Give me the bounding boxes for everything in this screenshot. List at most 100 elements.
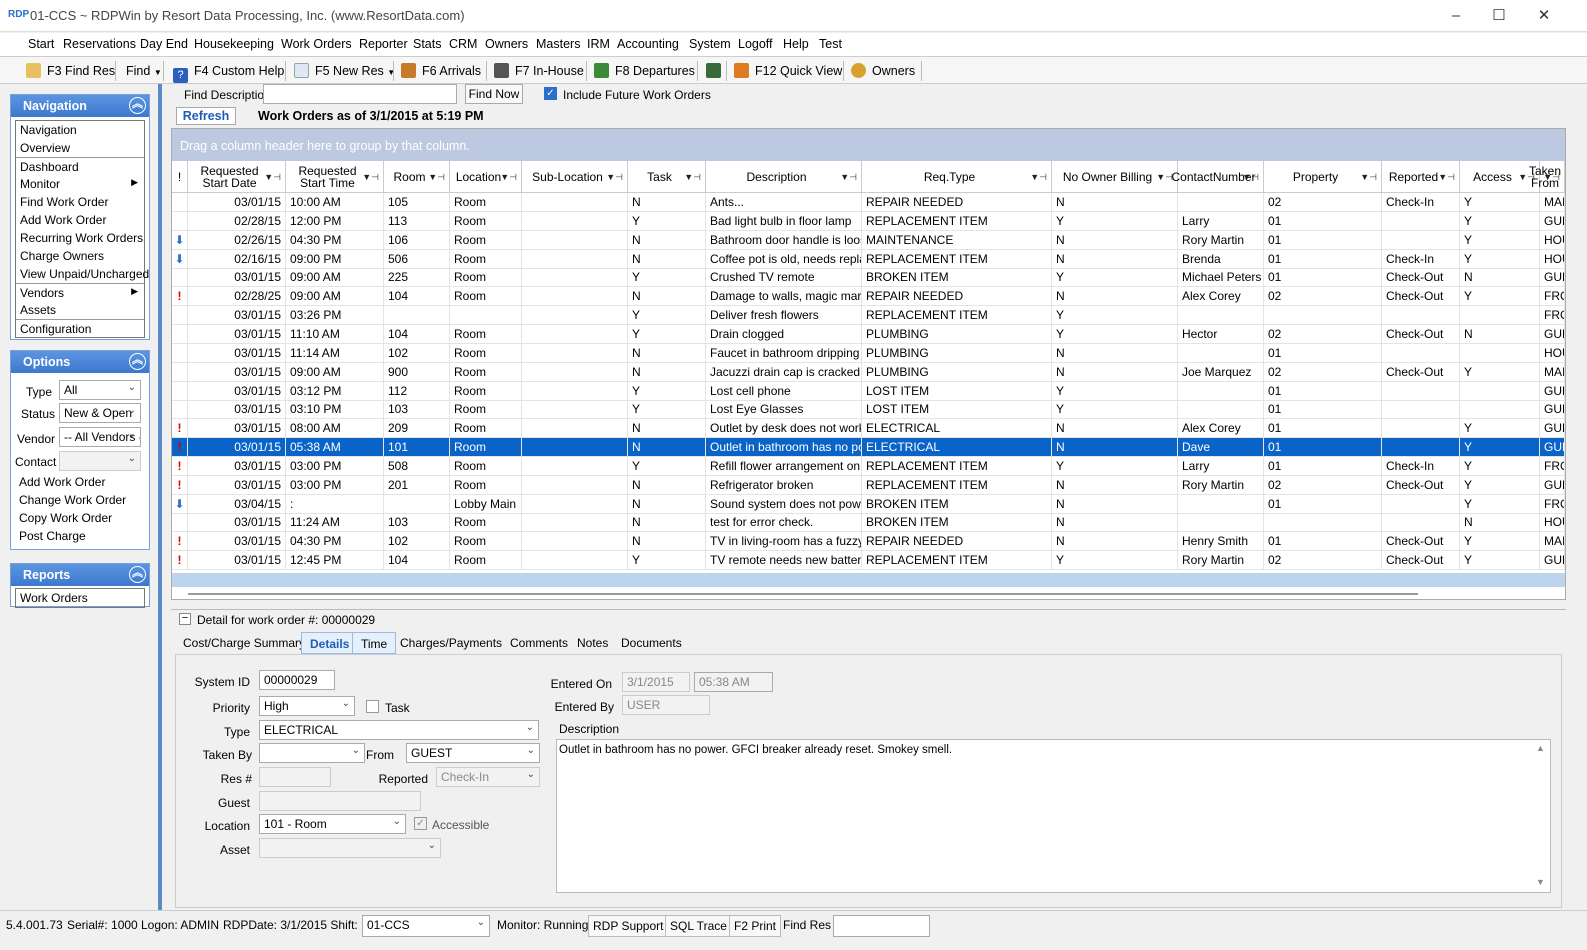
- nav-item-add-work-order[interactable]: Add Work Order: [16, 211, 144, 229]
- horizontal-scrollbar[interactable]: [188, 593, 1418, 595]
- menu-help[interactable]: Help: [783, 37, 809, 51]
- filter-icon[interactable]: ▼⊣: [684, 171, 701, 183]
- table-row[interactable]: 02/28/15 12:00 PM 113 Room Y Bad light bulb i…: [172, 211, 1565, 231]
- menu-reporter[interactable]: Reporter: [359, 37, 408, 51]
- find-description-input[interactable]: [263, 84, 457, 104]
- menu-reservations[interactable]: Reservations: [63, 37, 136, 51]
- menu-crm[interactable]: CRM: [449, 37, 477, 51]
- scroll-up-icon[interactable]: ▲: [1536, 743, 1545, 753]
- column-header-room[interactable]: Room ▼⊣: [384, 161, 450, 193]
- system-id-field[interactable]: 00000029: [259, 670, 335, 690]
- table-row[interactable]: 03/01/15 10:00 AM 105 Room N Ants... REPAIR NE…: [172, 193, 1565, 212]
- tab-notes[interactable]: Notes: [569, 632, 616, 654]
- tab-charges-payments[interactable]: Charges/Payments: [392, 632, 510, 654]
- tab-cost-charge-summary[interactable]: Cost/Charge Summary: [175, 632, 313, 654]
- table-row[interactable]: 03/01/15 11:14 AM 102 Room N Faucet in bathro…: [172, 343, 1565, 363]
- accessible-checkbox[interactable]: ✓: [414, 817, 427, 830]
- table-row[interactable]: 03/01/15 09:00 AM 225 Room Y Crushed TV remot…: [172, 268, 1565, 288]
- table-row[interactable]: ! 03/01/15 05:38 AM 101 Room N Outlet in bathr…: [172, 438, 1565, 458]
- filter-icon[interactable]: ▼⊣: [428, 171, 445, 183]
- menu-system[interactable]: System: [689, 37, 731, 51]
- filter-icon[interactable]: ▼⊣: [840, 171, 857, 183]
- find-dropdown-button[interactable]: Find ▼: [126, 61, 162, 81]
- table-row[interactable]: ⬇ 02/16/15 09:00 PM 506 Room N Coffee pot is o…: [172, 249, 1565, 269]
- from-select[interactable]: GUEST ⌄: [406, 743, 540, 763]
- custom-help-button[interactable]: ? F4 Custom Help: [173, 61, 284, 83]
- property-select[interactable]: 01-CCS ⌄: [362, 915, 490, 937]
- table-row[interactable]: ! 03/01/15 04:30 PM 102 Room N TV in living-ro…: [172, 532, 1565, 552]
- filter-icon[interactable]: ▼⊣: [1438, 171, 1455, 183]
- nav-item-dashboard[interactable]: Dashboard: [16, 157, 144, 175]
- report-item-work-orders[interactable]: Work Orders: [16, 589, 144, 607]
- priority-select[interactable]: High ⌄: [259, 696, 355, 716]
- task-checkbox[interactable]: [366, 700, 379, 713]
- table-row[interactable]: 03/01/15 03:12 PM 112 Room Y Lost cell phone L…: [172, 381, 1565, 401]
- nav-item-find-work-order[interactable]: Find Work Order: [16, 193, 144, 211]
- filter-icon[interactable]: ▼⊣: [500, 171, 517, 183]
- nav-item-recurring-work-orders[interactable]: Recurring Work Orders: [16, 229, 144, 247]
- guest-field[interactable]: [259, 791, 421, 811]
- column-header-property[interactable]: Property ▼⊣: [1264, 161, 1382, 193]
- filter-icon[interactable]: ▼⊣: [1543, 171, 1560, 183]
- table-row[interactable]: ! 03/01/15 12:45 PM 104 Room Y TV remote needs…: [172, 551, 1565, 571]
- tab-documents[interactable]: Documents: [613, 632, 690, 654]
- menu-logoff[interactable]: Logoff: [738, 37, 773, 51]
- table-row[interactable]: 03/01/15 03:26 PM Y Deliver fresh flowers RE…: [172, 306, 1565, 326]
- column-header-no-owner-billing[interactable]: No Owner Billing ▼⊣: [1052, 161, 1178, 193]
- table-row[interactable]: 03/01/15 03:10 PM 103 Room Y Lost Eye Glasses…: [172, 400, 1565, 420]
- nav-item-view-unpaid[interactable]: View Unpaid/Uncharged: [16, 265, 149, 283]
- menu-accounting[interactable]: Accounting: [617, 37, 679, 51]
- table-row[interactable]: ⬇ 02/26/15 04:30 PM 106 Room N Bathroom door h…: [172, 230, 1565, 250]
- res-number-field[interactable]: [259, 767, 331, 787]
- filter-icon[interactable]: ▼⊣: [606, 171, 623, 183]
- menu-day-end[interactable]: Day End: [140, 37, 188, 51]
- quick-view-button[interactable]: F12 Quick View: [734, 61, 842, 81]
- status-select[interactable]: New & Open ⌄: [59, 403, 141, 423]
- new-res-button[interactable]: F5 New Res ▼: [294, 61, 395, 81]
- menu-owners[interactable]: Owners: [485, 37, 528, 51]
- table-row[interactable]: 03/01/15 09:00 AM 900 Room N Jacuzzi drain ca…: [172, 362, 1565, 382]
- menu-irm[interactable]: IRM: [587, 37, 610, 51]
- nav-item-navigation[interactable]: Navigation: [16, 121, 144, 139]
- nav-item-charge-owners[interactable]: Charge Owners: [16, 247, 144, 265]
- group-by-banner[interactable]: Drag a column header here to group by th…: [172, 129, 1565, 161]
- minimize-button[interactable]: –: [1436, 4, 1476, 28]
- splitter[interactable]: [158, 84, 162, 910]
- entered-on-time-field[interactable]: 05:38 AM: [694, 672, 773, 692]
- nav-item-vendors[interactable]: Vendors ▶: [16, 283, 144, 301]
- collapse-icon[interactable]: ︽: [129, 353, 146, 370]
- contact-select[interactable]: ⌄: [59, 451, 141, 471]
- nav-item-configuration[interactable]: Configuration: [16, 319, 144, 337]
- column-header-sub-location[interactable]: Sub-Location ▼⊣: [522, 161, 628, 193]
- table-row[interactable]: 03/01/15 11:10 AM 104 Room Y Drain clogged PLU…: [172, 324, 1565, 344]
- filter-icon[interactable]: ▼⊣: [362, 171, 379, 183]
- find-res-input[interactable]: [833, 915, 930, 937]
- column-header-start-time[interactable]: Requested Start Time ▼⊣: [286, 161, 384, 193]
- tab-time[interactable]: Time: [352, 632, 397, 654]
- entered-by-field[interactable]: USER: [622, 695, 710, 715]
- menu-housekeeping[interactable]: Housekeeping: [194, 37, 274, 51]
- column-header-req-type[interactable]: Req.Type ▼⊣: [862, 161, 1052, 193]
- collapse-detail-icon[interactable]: −: [179, 613, 191, 625]
- in-house-button[interactable]: F7 In-House: [494, 61, 584, 81]
- menu-test[interactable]: Test: [819, 37, 842, 51]
- table-row[interactable]: ⬇ 03/04/15: Lobby Main N Sound system does n…: [172, 494, 1565, 514]
- type-select[interactable]: All ⌄: [59, 380, 141, 400]
- change-work-order-link[interactable]: Change Work Order: [19, 493, 126, 507]
- sql-trace-button[interactable]: SQL Trace: [665, 915, 732, 937]
- column-header-task[interactable]: Task ▼⊣: [628, 161, 706, 193]
- owners-button[interactable]: Owners: [851, 61, 915, 81]
- future-work-orders-checkbox[interactable]: ✓: [544, 87, 557, 100]
- filter-icon[interactable]: ▼⊣: [1242, 171, 1259, 183]
- menu-stats[interactable]: Stats: [413, 37, 442, 51]
- column-header-description[interactable]: Description ▼⊣: [706, 161, 862, 193]
- tab-comments[interactable]: Comments: [502, 632, 576, 654]
- find-res-button[interactable]: F3 Find Res: [26, 61, 115, 81]
- arrivals-button[interactable]: F6 Arrivals: [401, 61, 481, 81]
- column-header-flag-col[interactable]: !: [172, 161, 188, 193]
- column-header-contact-number[interactable]: ContactNumber ▼⊣: [1171, 161, 1264, 193]
- column-header-reported[interactable]: Reported ▼⊣: [1382, 161, 1460, 193]
- f2-print-button[interactable]: F2 Print: [729, 915, 782, 937]
- column-header-taken-from[interactable]: Taken From ▼⊣: [1529, 161, 1565, 193]
- table-row[interactable]: ! 03/01/15 08:00 AM 209 Room N Outlet by desk …: [172, 419, 1565, 439]
